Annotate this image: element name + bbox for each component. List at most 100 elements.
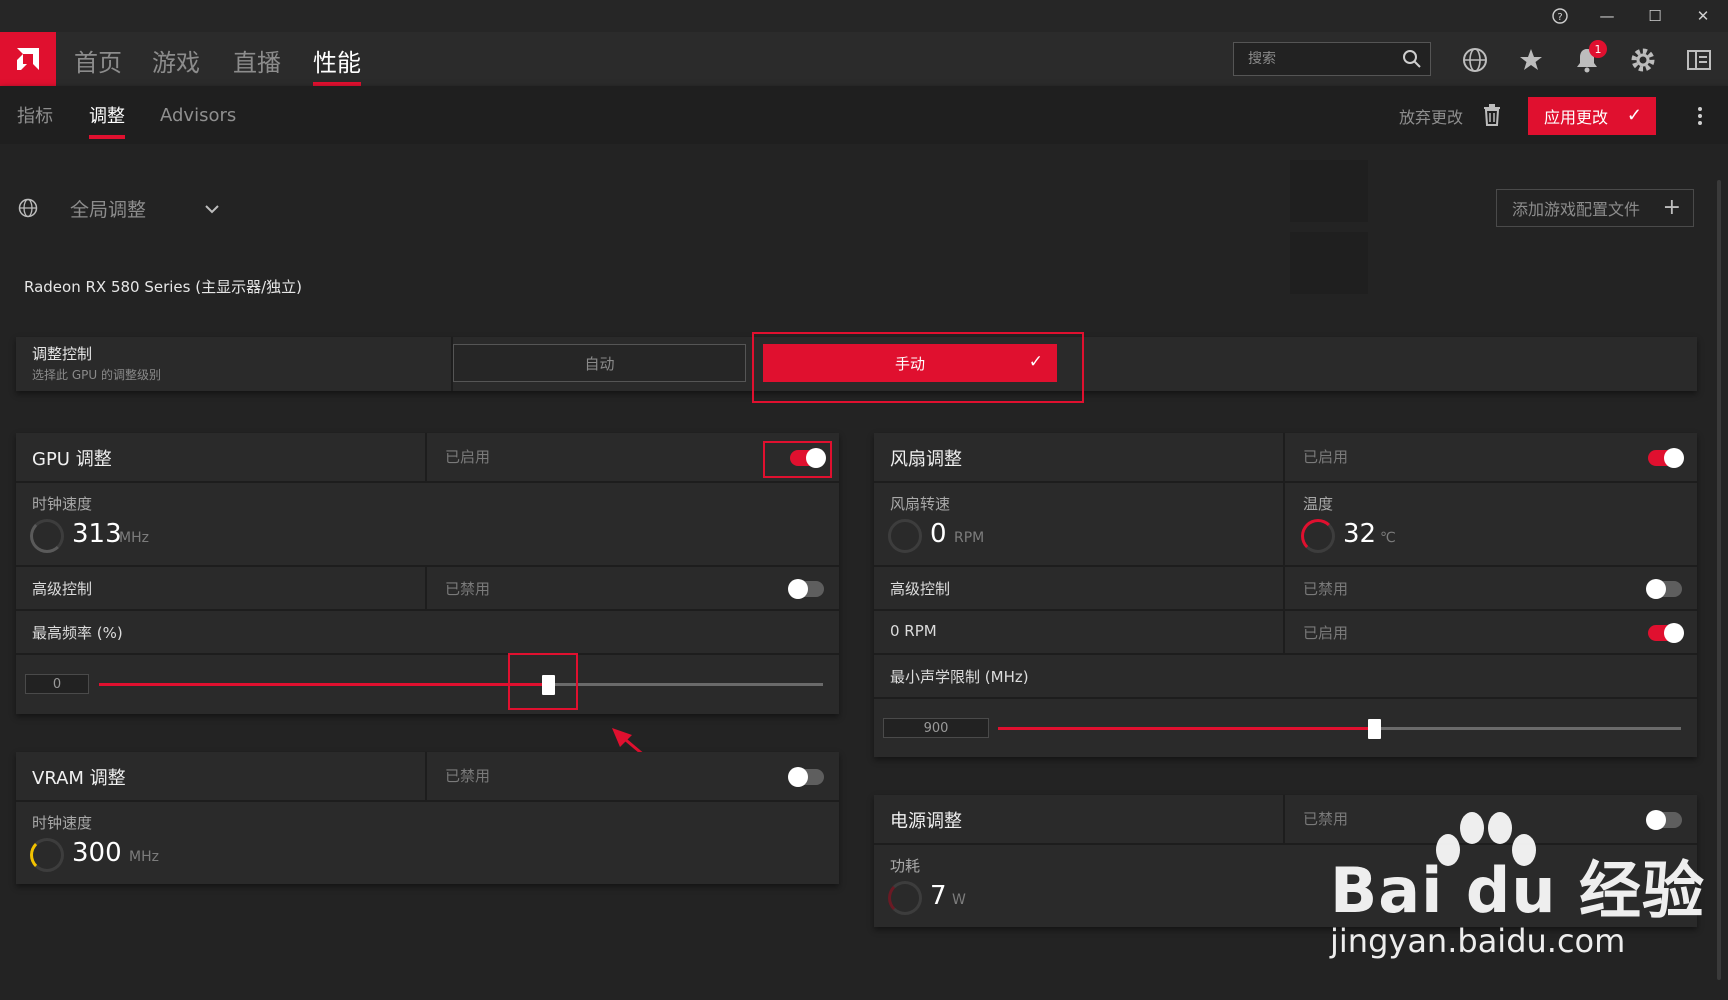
- manual-tuning-label: 手动: [894, 354, 925, 373]
- fan-advanced-control-label: 高级控制: [890, 580, 951, 598]
- maximize-button[interactable]: ☐: [1632, 0, 1678, 32]
- gpu-name-label: Radeon RX 580 Series (主显示器/独立): [24, 278, 303, 296]
- sub-tab-tuning[interactable]: 调整: [89, 100, 125, 139]
- max-frequency-slider-track[interactable]: [99, 683, 823, 686]
- profile-selected-label: 全局调整: [70, 198, 147, 221]
- vram-clock-gauge-icon: [30, 838, 64, 872]
- temperature-label: 温度: [1303, 495, 1334, 513]
- vram-clock-label: 时钟速度: [32, 814, 93, 832]
- fan-advanced-control-toggle[interactable]: [1646, 579, 1682, 599]
- temperature-unit: ℃: [1380, 530, 1396, 546]
- max-frequency-slider-fill: [99, 683, 548, 686]
- sidebar-toggle-icon[interactable]: [1683, 44, 1715, 76]
- search-icon[interactable]: [1402, 49, 1422, 73]
- max-frequency-label: 最高频率 (%): [32, 624, 123, 642]
- fan-speed-label: 风扇转速: [890, 495, 951, 513]
- plus-icon: +: [1662, 195, 1681, 220]
- power-draw-label: 功耗: [890, 857, 921, 875]
- power-tuning-status: 已禁用: [1303, 810, 1349, 828]
- gpu-clock-label: 时钟速度: [32, 495, 93, 513]
- svg-text:?: ?: [1557, 12, 1562, 23]
- vram-tuning-toggle[interactable]: [788, 767, 824, 787]
- power-tuning-panel: 电源调整 已禁用 功耗 7 W: [874, 795, 1697, 927]
- checkmark-icon: ✓: [1626, 105, 1642, 125]
- trash-icon[interactable]: [1483, 104, 1501, 130]
- help-icon[interactable]: ?: [1537, 0, 1583, 32]
- manual-tuning-button[interactable]: 手动 ✓: [763, 344, 1057, 382]
- power-draw-unit: W: [952, 892, 966, 908]
- min-acoustic-slider-fill: [998, 727, 1374, 730]
- power-gauge-icon: [888, 881, 922, 915]
- max-frequency-slider-thumb[interactable]: [541, 675, 555, 695]
- max-frequency-input[interactable]: 0: [25, 674, 89, 694]
- gpu-advanced-control-label: 高级控制: [32, 580, 93, 598]
- power-tuning-title: 电源调整: [890, 811, 962, 832]
- gpu-advanced-control-status: 已禁用: [445, 580, 491, 598]
- globe-icon[interactable]: [1459, 44, 1491, 76]
- checkmark-icon: ✓: [1028, 352, 1043, 372]
- apply-changes-label: 应用更改: [1544, 110, 1609, 127]
- fan-speed-value: 0: [930, 519, 947, 549]
- search-input[interactable]: [1248, 51, 1398, 67]
- vram-clock-unit: MHz: [129, 849, 159, 865]
- min-acoustic-slider-thumb[interactable]: [1367, 719, 1381, 739]
- auto-tuning-button[interactable]: 自动: [453, 344, 746, 382]
- gpu-clock-gauge-icon: [30, 519, 64, 553]
- star-icon[interactable]: [1515, 44, 1547, 76]
- zero-rpm-toggle[interactable]: [1648, 623, 1684, 643]
- power-draw-value: 7: [930, 881, 947, 911]
- more-options-icon[interactable]: [1694, 104, 1706, 128]
- gpu-advanced-control-toggle[interactable]: [788, 579, 824, 599]
- gpu-tuning-status: 已启用: [445, 448, 491, 466]
- gpu-clock-unit: MHz: [119, 530, 149, 546]
- chevron-down-icon: [204, 199, 220, 218]
- tuning-control-panel: 调整控制 选择此 GPU 的调整级别 自动 手动 ✓: [16, 337, 1697, 391]
- power-tuning-toggle[interactable]: [1646, 810, 1682, 830]
- minimize-button[interactable]: —: [1584, 0, 1630, 32]
- notification-count-badge: 1: [1589, 40, 1607, 58]
- add-game-profile-label: 添加游戏配置文件: [1512, 200, 1641, 219]
- close-button[interactable]: ✕: [1680, 0, 1726, 32]
- background-blur: [1290, 160, 1368, 222]
- scrollbar[interactable]: [1717, 180, 1721, 980]
- vram-tuning-panel: VRAM 调整 已禁用 时钟速度 300 MHz: [16, 752, 839, 884]
- fan-tuning-toggle[interactable]: [1648, 448, 1684, 468]
- apply-changes-button[interactable]: 应用更改 ✓: [1528, 97, 1656, 135]
- min-acoustic-limit-label: 最小声学限制 (MHz): [890, 668, 1029, 686]
- vram-tuning-title: VRAM 调整: [32, 768, 126, 789]
- temperature-gauge-icon: [1301, 519, 1335, 553]
- gpu-tuning-panel: GPU 调整 已启用 时钟速度 313 MHz 高级控制 已禁用 最高频率 (%…: [16, 433, 839, 714]
- fan-tuning-panel: 风扇调整 已启用 风扇转速 0 RPM 温度 32 ℃ 高级控制 已禁用 0 R…: [874, 433, 1697, 757]
- zero-rpm-label: 0 RPM: [890, 622, 937, 640]
- temperature-value: 32: [1343, 519, 1377, 549]
- nav-tab-performance[interactable]: 性能: [313, 40, 361, 86]
- tuning-control-subtitle: 选择此 GPU 的调整级别: [32, 368, 161, 382]
- min-acoustic-slider-track[interactable]: [998, 727, 1681, 730]
- background-blur: [1290, 232, 1368, 294]
- gear-icon[interactable]: [1627, 44, 1659, 76]
- gpu-clock-value: 313: [72, 519, 122, 549]
- fan-speed-unit: RPM: [954, 530, 985, 546]
- fan-tuning-status: 已启用: [1303, 448, 1349, 466]
- fan-speed-gauge-icon: [888, 519, 922, 553]
- sub-tab-advisors[interactable]: Advisors: [160, 100, 236, 130]
- nav-tab-games[interactable]: 游戏: [152, 40, 200, 80]
- nav-tab-streaming[interactable]: 直播: [233, 40, 281, 80]
- sub-navigation: [0, 86, 1728, 144]
- sub-tab-metrics[interactable]: 指标: [17, 100, 53, 130]
- vram-clock-value: 300: [72, 838, 122, 868]
- fan-advanced-control-status: 已禁用: [1303, 580, 1349, 598]
- search-box[interactable]: [1233, 42, 1431, 76]
- discard-changes-link[interactable]: 放弃更改: [1399, 104, 1463, 128]
- fan-tuning-title: 风扇调整: [890, 449, 962, 470]
- nav-tab-home[interactable]: 首页: [74, 40, 122, 80]
- min-acoustic-limit-input[interactable]: 900: [883, 718, 989, 738]
- gpu-tuning-title: GPU 调整: [32, 449, 112, 470]
- title-bar: [0, 0, 1728, 32]
- gpu-tuning-toggle[interactable]: [790, 448, 826, 468]
- tuning-control-title: 调整控制: [32, 345, 93, 363]
- amd-logo-icon[interactable]: [0, 32, 56, 86]
- vram-tuning-status: 已禁用: [445, 767, 491, 785]
- add-game-profile-button[interactable]: 添加游戏配置文件 +: [1496, 189, 1694, 227]
- profile-dropdown[interactable]: 全局调整: [18, 192, 220, 224]
